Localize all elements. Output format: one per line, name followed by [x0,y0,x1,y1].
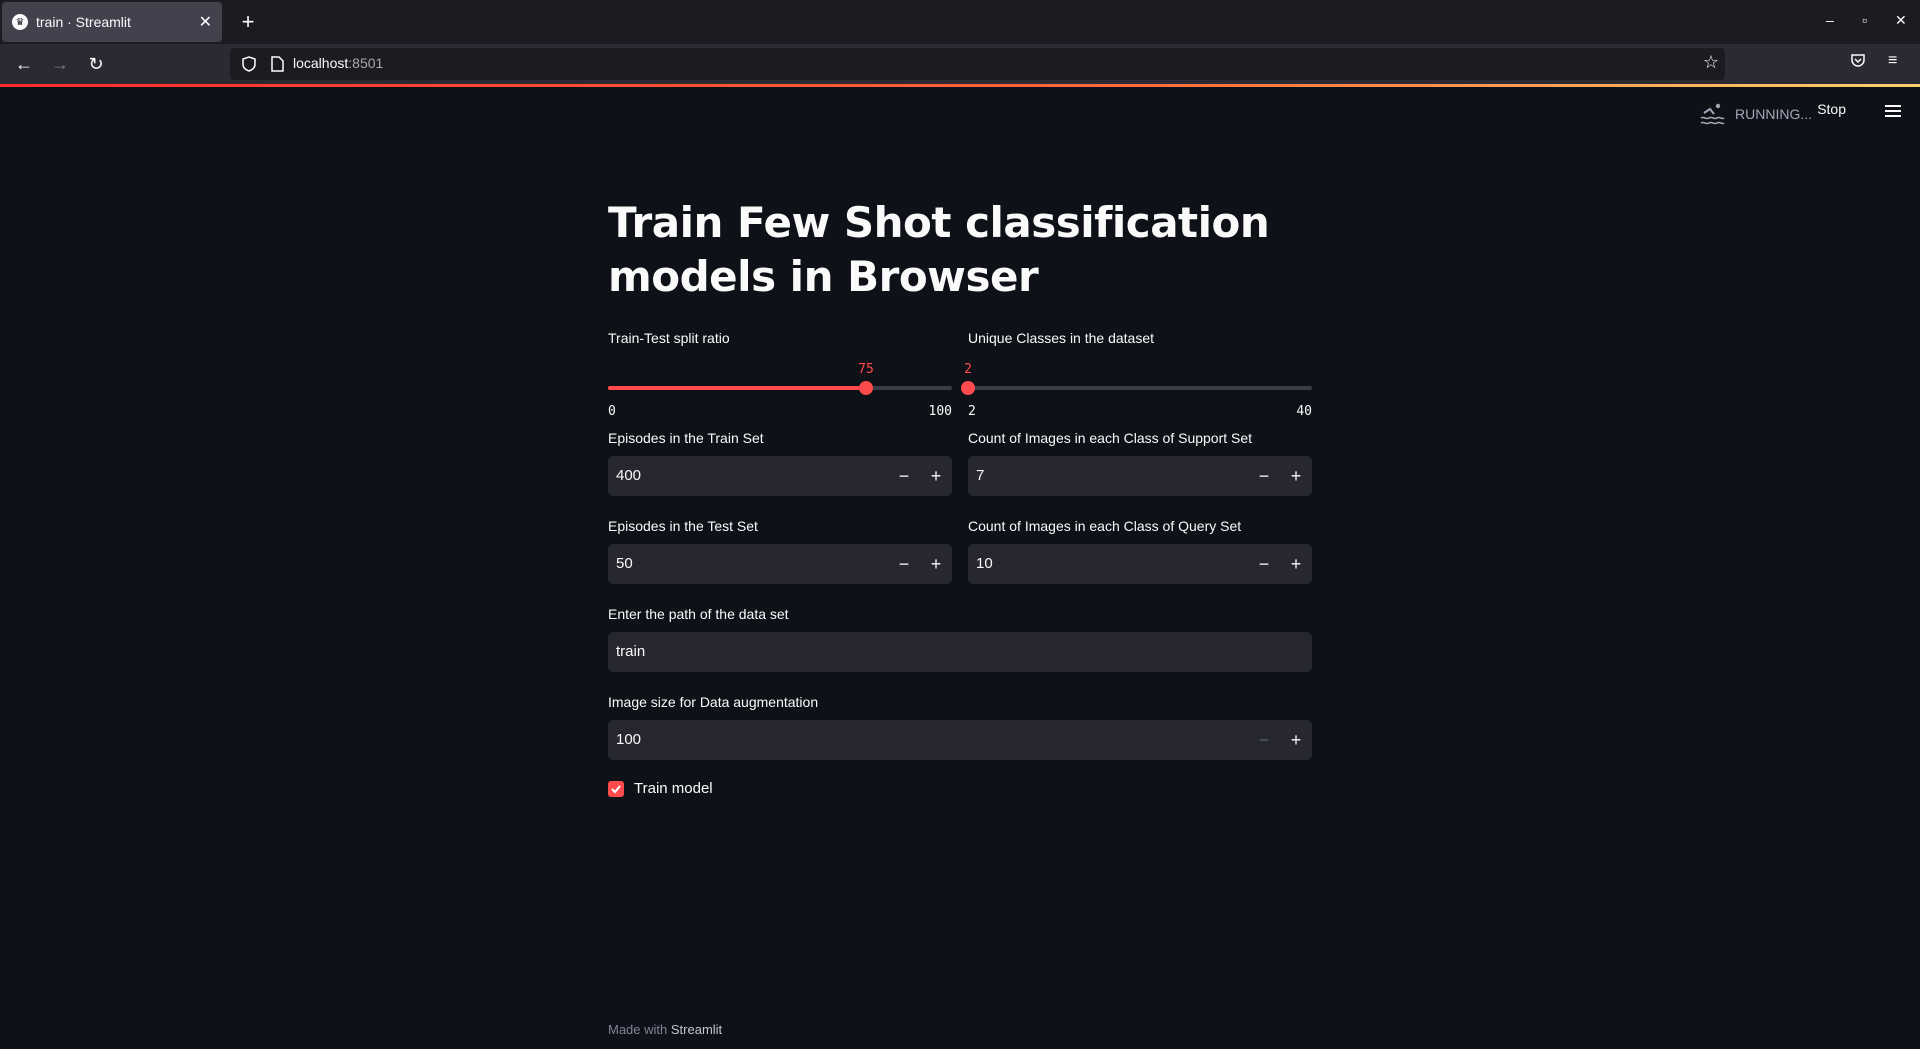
footer-streamlit-link[interactable]: Streamlit [671,1022,722,1037]
increment-button[interactable]: + [1280,544,1312,584]
number-input-value[interactable]: 10 [976,544,993,584]
number-input-value[interactable]: 7 [976,456,984,496]
increment-button[interactable]: + [1280,720,1312,760]
window-close-icon[interactable]: ✕ [1895,12,1907,29]
test-episodes-input[interactable]: 50 − + [608,544,952,584]
loading-progress-bar [0,84,1920,87]
slider-max: 40 [1296,404,1312,419]
stop-button[interactable]: Stop [1817,101,1846,117]
bookmark-star-icon[interactable]: ☆ [1703,52,1719,73]
decrement-button[interactable]: − [1248,544,1280,584]
browser-tab-bar: ♛ train · Streamlit ✕ + – ▫ ✕ [0,0,1920,44]
dataset-path-input[interactable]: train [608,632,1312,672]
number-input-value[interactable]: 100 [616,720,641,760]
back-arrow-icon[interactable]: ← [12,52,36,76]
hamburger-menu-icon[interactable] [1882,100,1904,122]
decrement-button[interactable]: − [888,544,920,584]
tab-title: train · Streamlit [36,14,131,30]
swimmer-icon [1700,103,1725,125]
checkbox-checked-icon[interactable] [608,780,624,797]
page-title: Train Few Shot classification models in … [608,198,1270,301]
maximize-icon[interactable]: ▫ [1862,12,1867,28]
slider-max: 100 [928,404,952,419]
url-bar[interactable]: localhost:8501 ☆ [230,48,1725,80]
split-slider-label: Train-Test split ratio [608,330,730,346]
support-count-input[interactable]: 7 − + [968,456,1312,496]
image-size-label: Image size for Data augmentation [608,694,819,710]
slider-fill [608,386,866,390]
tab-close-icon[interactable]: ✕ [199,12,212,32]
increment-button[interactable]: + [920,456,952,496]
slider-min: 0 [608,404,616,419]
split-ratio-slider[interactable]: 75 0 100 [608,348,952,419]
browser-tab[interactable]: ♛ train · Streamlit ✕ [2,2,222,42]
query-count-input[interactable]: 10 − + [968,544,1312,584]
running-status-text: RUNNING... [1735,106,1812,122]
image-size-input[interactable]: 100 − + [608,720,1312,760]
train-model-checkbox[interactable]: Train model [608,780,1312,797]
decrement-button[interactable]: − [1248,720,1280,760]
shield-icon[interactable] [240,55,258,73]
slider-value: 2 [964,362,972,377]
increment-button[interactable]: + [920,544,952,584]
streamlit-favicon-icon: ♛ [12,14,28,30]
support-count-label: Count of Images in each Class of Support… [968,430,1253,446]
footer-prefix: Made with [608,1022,668,1037]
app-menu-icon[interactable]: ≡ [1888,52,1897,70]
classes-slider-label: Unique Classes in the dataset [968,330,1154,346]
increment-button[interactable]: + [1280,456,1312,496]
slider-min: 2 [968,404,976,419]
slider-track[interactable] [968,386,1312,390]
slider-value: 75 [858,362,874,377]
dataset-path-label: Enter the path of the data set [608,606,789,622]
train-model-label: Train model [634,780,713,797]
slider-thumb[interactable] [859,381,873,395]
footer: Made with Streamlit [608,1022,722,1037]
number-input-value[interactable]: 400 [616,456,641,496]
running-status: RUNNING... [1699,101,1812,127]
decrement-button[interactable]: − [1248,456,1280,496]
slider-thumb[interactable] [961,381,975,395]
text-input-value[interactable]: train [616,632,645,672]
query-count-label: Count of Images in each Class of Query S… [968,518,1242,534]
page-icon [271,56,284,72]
new-tab-button[interactable]: + [236,10,260,34]
forward-arrow-icon[interactable]: → [48,52,72,76]
main-content: Train Few Shot classification models in … [608,196,1312,797]
unique-classes-slider[interactable]: 2 2 40 [961,348,1312,419]
number-input-value[interactable]: 50 [616,544,633,584]
train-episodes-input[interactable]: 400 − + [608,456,952,496]
pocket-icon[interactable] [1850,52,1866,73]
train-episodes-label: Episodes in the Train Set [608,430,764,446]
minimize-icon[interactable]: – [1826,12,1834,28]
reload-icon[interactable]: ↻ [84,52,108,76]
url-text: localhost:8501 [293,55,384,71]
test-episodes-label: Episodes in the Test Set [608,518,758,534]
decrement-button[interactable]: − [888,456,920,496]
